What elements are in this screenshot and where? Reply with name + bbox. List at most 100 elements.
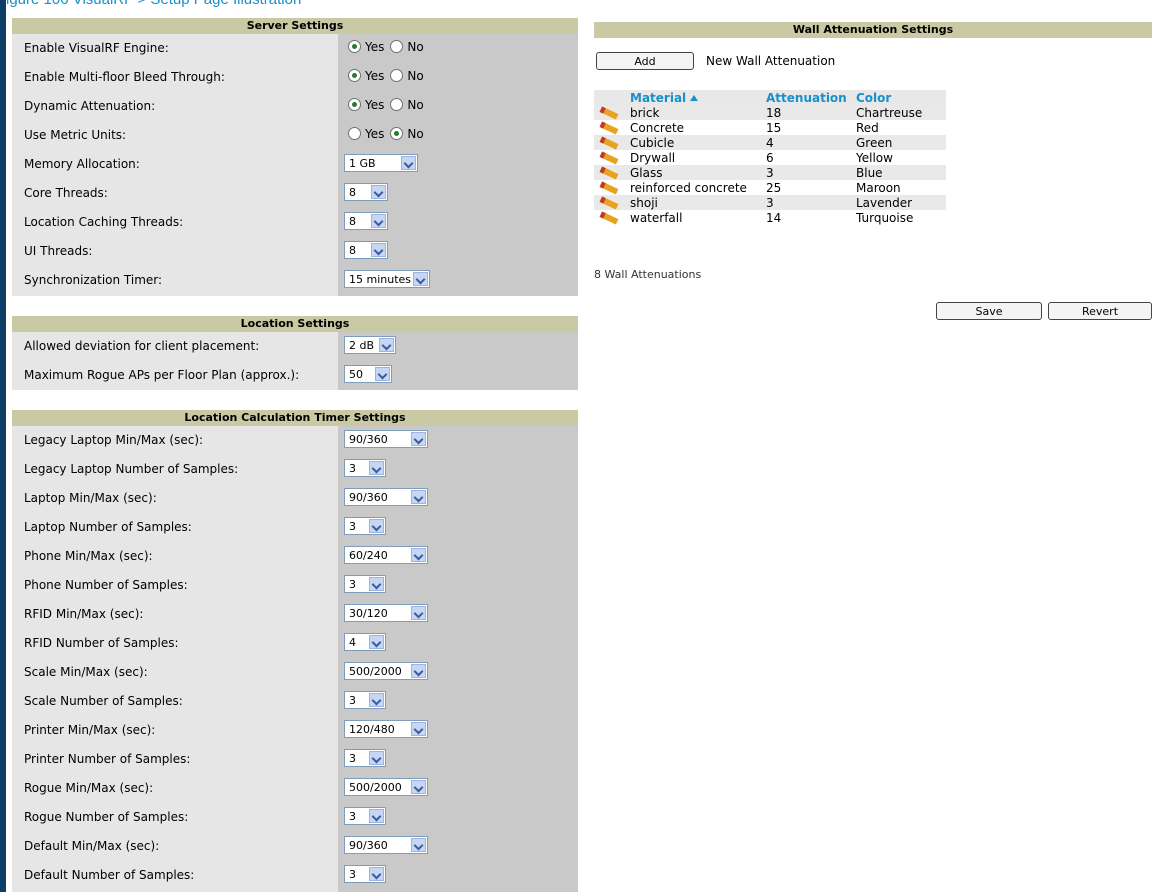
select-value: 120/480	[349, 723, 395, 736]
settings-row: Phone Min/Max (sec): 60/240	[12, 542, 578, 571]
chevron-down-icon[interactable]	[371, 243, 386, 257]
pencil-icon[interactable]	[599, 150, 619, 165]
column-header-material[interactable]: Material	[626, 90, 762, 105]
control-cell: 500/2000	[344, 778, 428, 796]
chevron-down-icon[interactable]	[411, 548, 426, 562]
chevron-down-icon[interactable]	[411, 432, 426, 446]
setting-select[interactable]: 500/2000	[344, 778, 428, 796]
save-button[interactable]: Save	[936, 302, 1042, 320]
pencil-icon[interactable]	[599, 120, 619, 135]
setting-select[interactable]: 15 minutes	[344, 270, 430, 288]
radio-button[interactable]	[348, 69, 361, 82]
chevron-down-icon[interactable]	[411, 606, 426, 620]
radio-button[interactable]	[348, 127, 361, 140]
pencil-icon[interactable]	[599, 165, 619, 180]
pencil-icon[interactable]	[599, 135, 619, 150]
location-settings-title: Location Settings	[12, 316, 578, 332]
radio-button[interactable]	[390, 98, 404, 111]
chevron-down-icon[interactable]	[411, 722, 426, 736]
settings-row: UI Threads: 8	[12, 237, 578, 266]
table-row: brick 18 Chartreuse	[594, 105, 946, 120]
chevron-down-icon[interactable]	[369, 751, 384, 765]
chevron-down-icon[interactable]	[411, 838, 426, 852]
setting-select[interactable]: 3	[344, 691, 386, 709]
setting-select[interactable]: 8	[344, 241, 388, 259]
settings-row: Laptop Number of Samples: 3	[12, 513, 578, 542]
material-cell: reinforced concrete	[626, 180, 762, 195]
chevron-down-icon[interactable]	[369, 693, 384, 707]
radio-option-no[interactable]: No	[390, 127, 424, 141]
edit-cell	[594, 150, 626, 165]
setting-select[interactable]: 90/360	[344, 488, 428, 506]
pencil-icon[interactable]	[599, 195, 619, 210]
chevron-down-icon[interactable]	[401, 156, 416, 170]
pencil-icon[interactable]	[599, 105, 619, 120]
control-cell: 15 minutes	[344, 270, 430, 288]
chevron-down-icon[interactable]	[411, 664, 426, 678]
setting-select[interactable]: 1 GB	[344, 154, 418, 172]
color-cell: Turquoise	[852, 210, 946, 225]
revert-button[interactable]: Revert	[1048, 302, 1152, 320]
chevron-down-icon[interactable]	[411, 780, 426, 794]
setting-select[interactable]: 50	[344, 365, 392, 383]
chevron-down-icon[interactable]	[369, 809, 384, 823]
radio-button[interactable]	[390, 69, 404, 82]
chevron-down-icon[interactable]	[379, 338, 394, 352]
column-header-attenuation[interactable]: Attenuation	[762, 90, 852, 105]
radio-option-yes[interactable]: Yes	[348, 40, 384, 54]
chevron-down-icon[interactable]	[413, 272, 428, 286]
radio-option-yes[interactable]: Yes	[348, 69, 384, 83]
add-wall-button[interactable]: Add	[596, 52, 694, 70]
settings-row: Memory Allocation: 1 GB	[12, 150, 578, 179]
radio-option-no[interactable]: No	[390, 40, 424, 54]
setting-select[interactable]: 3	[344, 807, 386, 825]
radio-button[interactable]	[348, 98, 361, 111]
chevron-down-icon[interactable]	[369, 867, 384, 881]
select-value: 3	[349, 810, 356, 823]
radio-option-yes[interactable]: Yes	[348, 98, 384, 112]
chevron-down-icon[interactable]	[371, 214, 386, 228]
radio-option-no[interactable]: No	[390, 98, 424, 112]
edit-cell	[594, 165, 626, 180]
settings-label: Synchronization Timer:	[24, 273, 163, 287]
chevron-down-icon[interactable]	[369, 519, 384, 533]
control-cell: 8	[344, 241, 388, 259]
settings-row: RFID Number of Samples: 4	[12, 629, 578, 658]
pencil-icon[interactable]	[599, 180, 619, 195]
chevron-down-icon[interactable]	[369, 577, 384, 591]
setting-select[interactable]: 30/120	[344, 604, 428, 622]
setting-select[interactable]: 3	[344, 459, 386, 477]
chevron-down-icon[interactable]	[411, 490, 426, 504]
wall-attenuation-table: Material Attenuation Color brick 18 Chartr…	[594, 90, 946, 225]
setting-select[interactable]: 60/240	[344, 546, 428, 564]
chevron-down-icon[interactable]	[375, 367, 390, 381]
setting-select[interactable]: 120/480	[344, 720, 428, 738]
settings-row: Scale Number of Samples: 3	[12, 687, 578, 716]
setting-select[interactable]: 3	[344, 865, 386, 883]
yes-no-radio-group: Yes No	[348, 69, 430, 83]
setting-select[interactable]: 8	[344, 212, 388, 230]
setting-select[interactable]: 8	[344, 183, 388, 201]
setting-select[interactable]: 3	[344, 575, 386, 593]
setting-select[interactable]: 3	[344, 749, 386, 767]
control-cell: 120/480	[344, 720, 428, 738]
settings-row: Default Min/Max (sec): 90/360	[12, 832, 578, 861]
radio-option-no[interactable]: No	[390, 69, 424, 83]
radio-button[interactable]	[390, 40, 404, 53]
setting-select[interactable]: 4	[344, 633, 386, 651]
chevron-down-icon[interactable]	[371, 185, 386, 199]
setting-select[interactable]: 90/360	[344, 836, 428, 854]
radio-option-yes[interactable]: Yes	[348, 127, 384, 141]
setting-select[interactable]: 90/360	[344, 430, 428, 448]
control-cell: 3	[344, 691, 386, 709]
radio-button[interactable]	[348, 40, 361, 53]
column-header-color[interactable]: Color	[852, 90, 946, 105]
settings-label: Scale Number of Samples:	[24, 694, 183, 708]
pencil-icon[interactable]	[599, 210, 619, 225]
radio-button[interactable]	[390, 127, 404, 140]
setting-select[interactable]: 2 dB	[344, 336, 396, 354]
chevron-down-icon[interactable]	[369, 635, 384, 649]
chevron-down-icon[interactable]	[369, 461, 384, 475]
setting-select[interactable]: 3	[344, 517, 386, 535]
setting-select[interactable]: 500/2000	[344, 662, 428, 680]
